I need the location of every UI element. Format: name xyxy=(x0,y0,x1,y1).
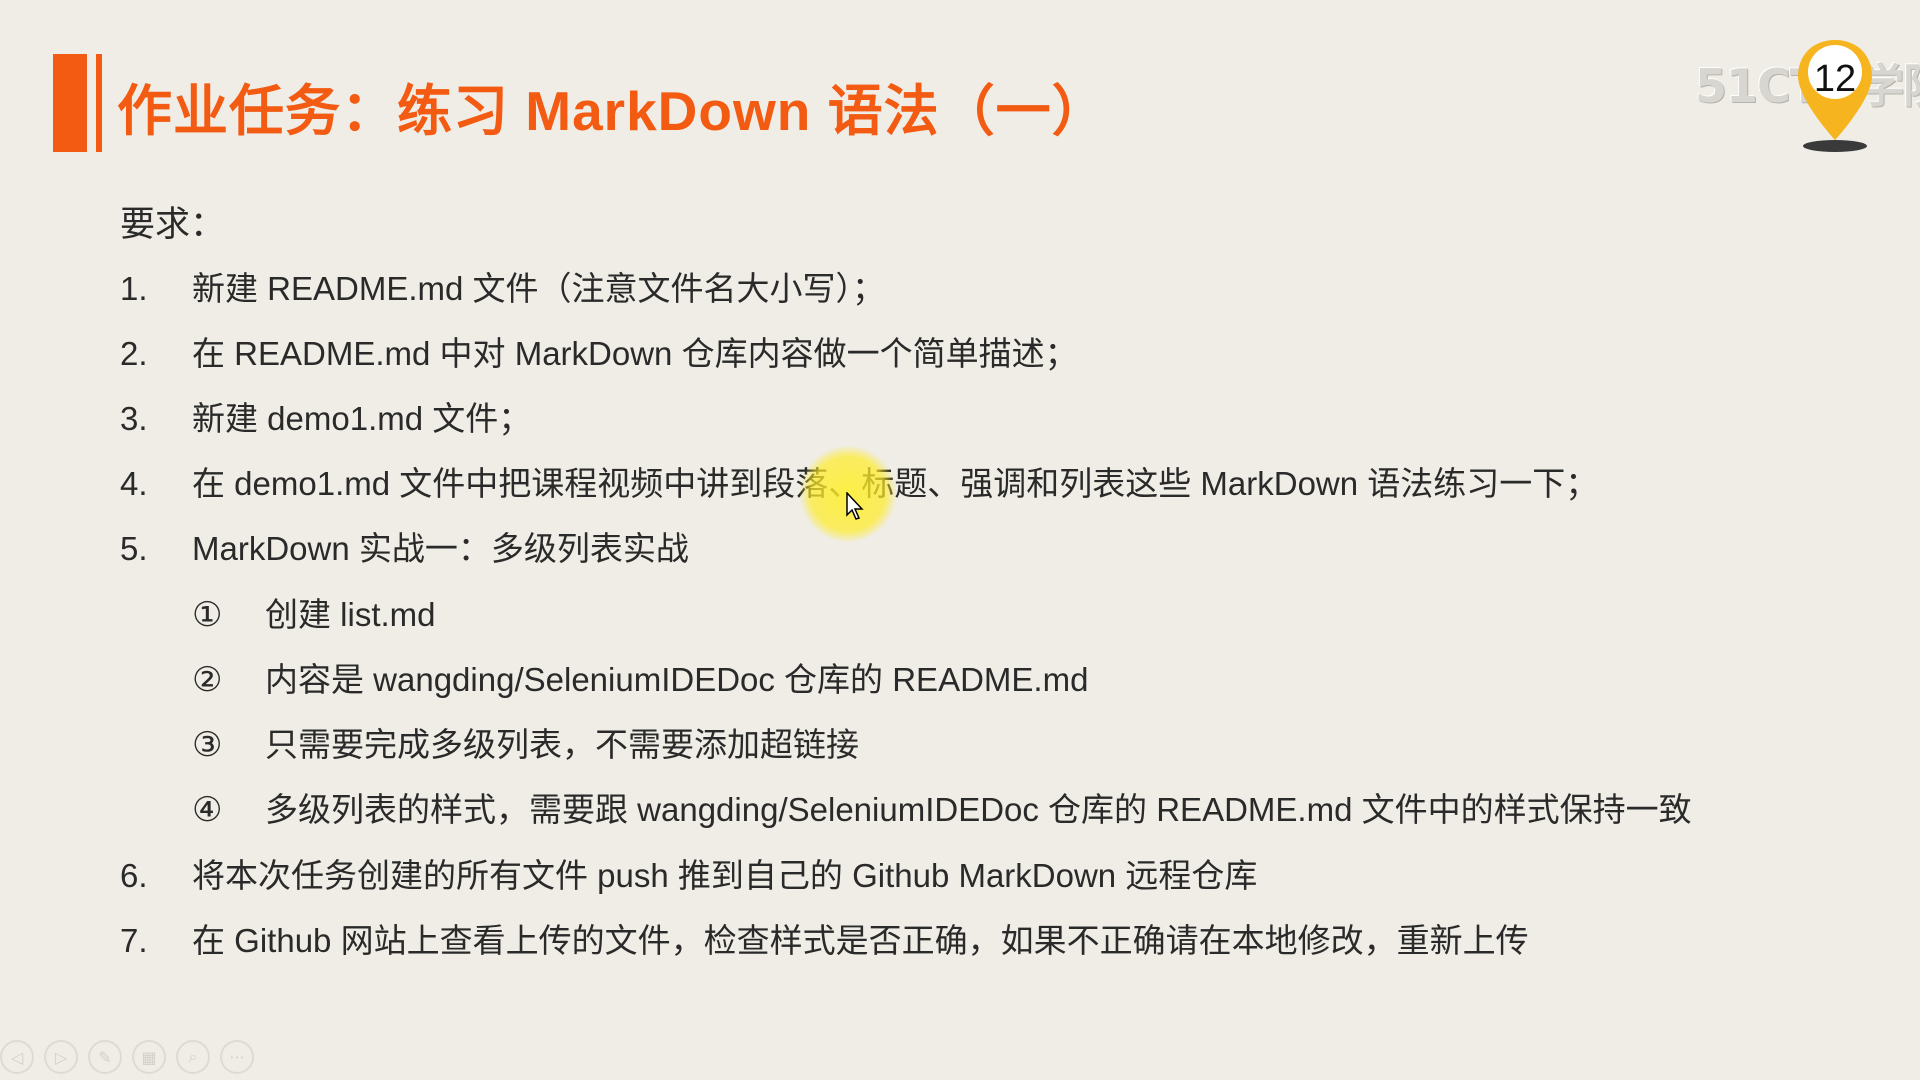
sub-list-item-text: 内容是 wangding/SeleniumIDEDoc 仓库的 README.m… xyxy=(265,661,1089,698)
previous-icon[interactable]: ◁ xyxy=(0,1040,34,1074)
list-item-number: 6. xyxy=(120,857,148,894)
list-item: 1. 新建 README.md 文件（注意文件名大小写）； xyxy=(120,262,885,308)
requirements-heading: 要求： xyxy=(120,205,226,244)
list-item: 2. 在 README.md 中对 MarkDown 仓库内容做一个简单描述； xyxy=(120,327,1078,373)
list-item-text: 在 README.md 中对 MarkDown 仓库内容做一个简单描述； xyxy=(192,335,1078,372)
sub-list-item: ① 创建 list.md xyxy=(192,588,436,634)
list-item-text: 新建 README.md 文件（注意文件名大小写）； xyxy=(192,270,886,307)
sub-list-item-number: ② xyxy=(192,661,223,699)
sub-list-item-number: ① xyxy=(192,596,223,634)
list-item-number: 1. xyxy=(120,270,148,307)
list-item: 3. 新建 demo1.md 文件； xyxy=(120,392,531,438)
sub-list-item: ④ 多级列表的样式，需要跟 wangding/SeleniumIDEDoc 仓库的… xyxy=(192,783,1692,829)
list-item-number: 2. xyxy=(120,335,148,372)
mouse-pointer-icon xyxy=(846,492,864,520)
title-accent-line xyxy=(96,54,102,152)
sub-list-item-text: 多级列表的样式，需要跟 wangding/SeleniumIDEDoc 仓库的 … xyxy=(265,791,1692,828)
list-item-number: 3. xyxy=(120,400,148,437)
sub-list-item-text: 创建 list.md xyxy=(265,596,436,633)
pen-icon[interactable]: ✎ xyxy=(88,1040,122,1074)
list-item-text: MarkDown 实战一：多级列表实战 xyxy=(192,530,689,567)
list-item-text: 将本次任务创建的所有文件 push 推到自己的 Github MarkDown … xyxy=(192,857,1258,894)
list-item-number: 5. xyxy=(120,530,148,567)
list-item-text: 在 demo1.md 文件中把课程视频中讲到段落、标题、强调和列表这些 Mark… xyxy=(192,465,1599,502)
sub-list-item-number: ③ xyxy=(192,726,223,764)
presentation-slide: 作业任务：练习 MarkDown 语法（一） 51CTO学院 12 要求： 1.… xyxy=(0,0,1920,1080)
next-icon[interactable]: ▷ xyxy=(44,1040,78,1074)
title-accent-bar xyxy=(53,54,87,152)
list-item-number: 4. xyxy=(120,465,148,502)
slide-title: 作业任务：练习 MarkDown 语法（一） xyxy=(117,80,1108,142)
list-item-text: 在 Github 网站上查看上传的文件，检查样式是否正确，如果不正确请在本地修改… xyxy=(192,922,1529,959)
sub-list-item: ② 内容是 wangding/SeleniumIDEDoc 仓库的 README.… xyxy=(192,653,1088,699)
page-number: 12 xyxy=(1813,58,1857,100)
zoom-icon[interactable]: ⌕ xyxy=(176,1040,210,1074)
sub-list-item: ③ 只需要完成多级列表，不需要添加超链接 xyxy=(192,718,859,764)
sub-list-item-text: 只需要完成多级列表，不需要添加超链接 xyxy=(265,726,859,763)
list-item-number: 7. xyxy=(120,922,148,959)
more-icon[interactable]: ··· xyxy=(220,1040,254,1074)
list-item-text: 新建 demo1.md 文件； xyxy=(192,400,532,437)
slides-icon[interactable]: ▦ xyxy=(132,1040,166,1074)
list-item: 6. 将本次任务创建的所有文件 push 推到自己的 Github MarkDow… xyxy=(120,849,1257,895)
list-item: 5. MarkDown 实战一：多级列表实战 xyxy=(120,522,689,568)
sub-list-item-number: ④ xyxy=(192,791,223,829)
list-item: 7. 在 Github 网站上查看上传的文件，检查样式是否正确，如果不正确请在本地… xyxy=(120,914,1529,960)
presentation-controls: ◁ ▷ ✎ ▦ ⌕ ··· xyxy=(0,1040,254,1076)
